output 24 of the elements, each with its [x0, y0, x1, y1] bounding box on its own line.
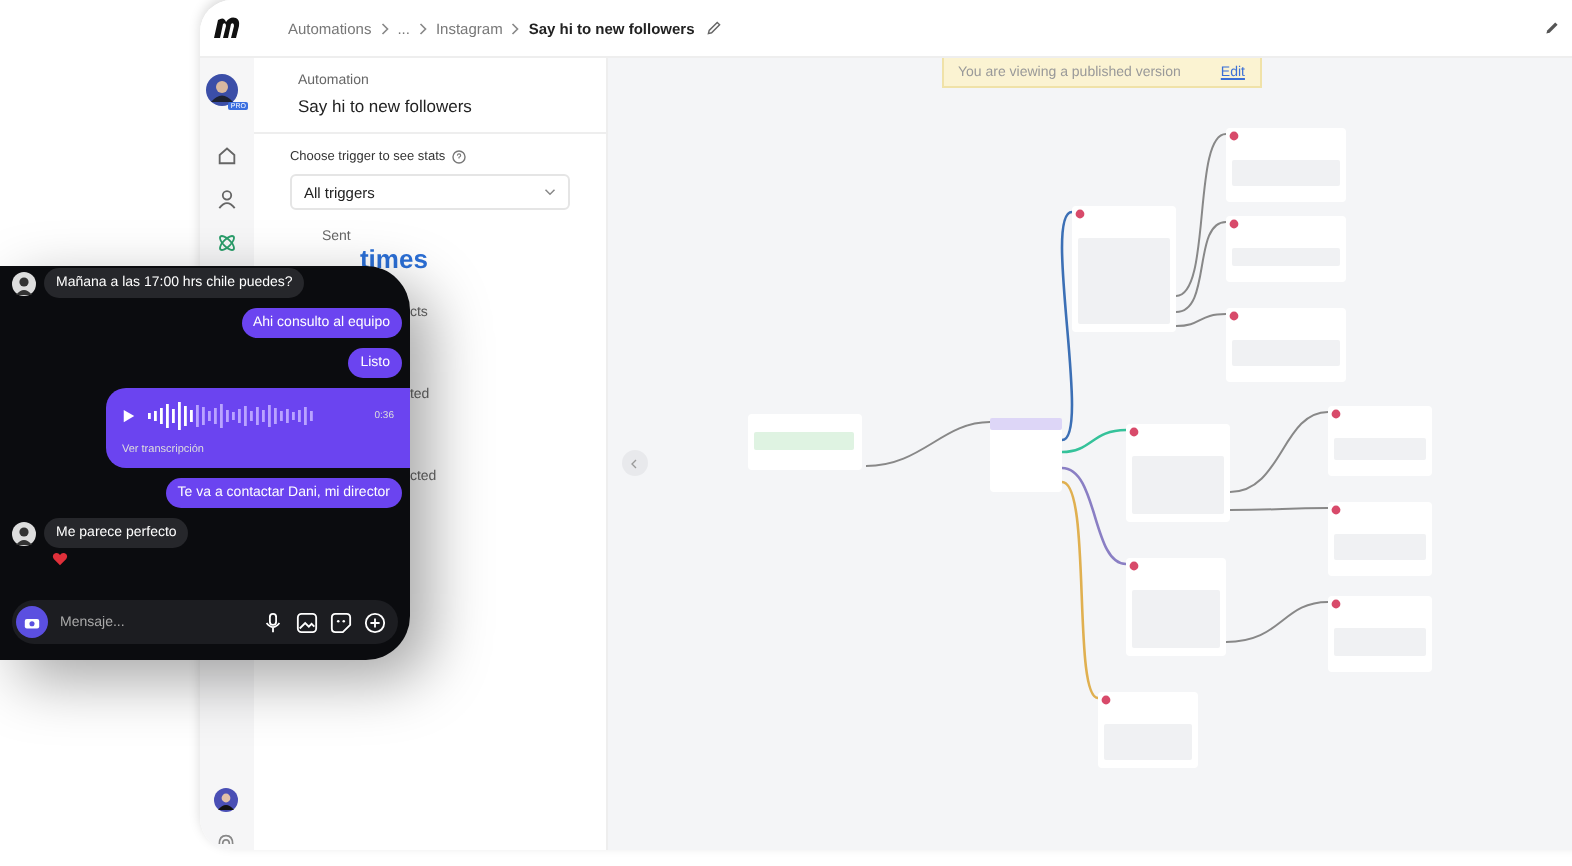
caret-icon [543, 188, 556, 196]
microphone-icon[interactable] [262, 611, 284, 633]
stat-value: times [359, 244, 428, 274]
person-icon [215, 187, 238, 209]
pencil-icon[interactable] [706, 20, 723, 36]
camera-icon [24, 615, 40, 629]
avatar-icon [12, 522, 36, 546]
play-icon[interactable] [122, 408, 136, 424]
sticker-icon[interactable] [330, 611, 352, 633]
home-icon [215, 143, 238, 165]
avatar-icon [12, 272, 36, 296]
chevron-icon [630, 457, 639, 469]
pencil-icon[interactable] [1544, 20, 1560, 36]
atom-icon [215, 231, 238, 253]
help-icon[interactable] [451, 150, 466, 164]
signal-icon[interactable] [216, 832, 237, 846]
chevron-icon [379, 21, 390, 35]
image-icon[interactable] [296, 611, 318, 633]
camera-button[interactable] [16, 606, 48, 638]
automation-title: Say hi to new followers [297, 96, 474, 116]
chevron-icon [510, 21, 521, 35]
avatar-icon[interactable] [214, 788, 239, 812]
add-icon[interactable] [364, 611, 386, 633]
chevron-icon [417, 21, 428, 35]
